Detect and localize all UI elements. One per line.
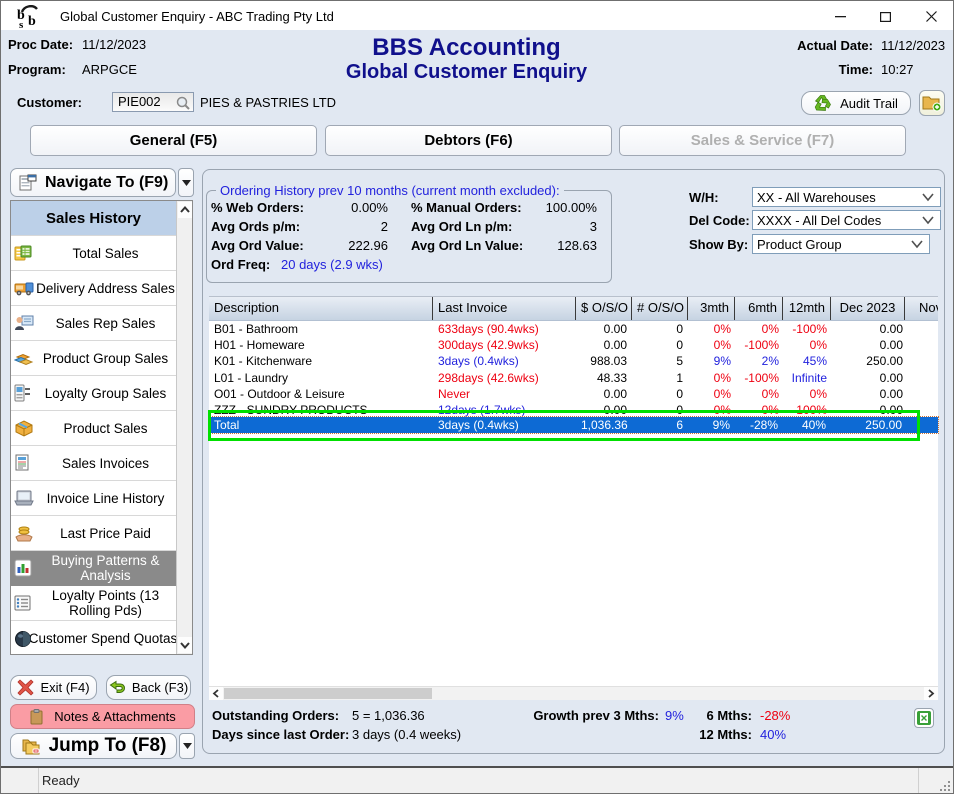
svg-text:s: s: [19, 19, 24, 29]
svg-text:b: b: [28, 14, 36, 29]
